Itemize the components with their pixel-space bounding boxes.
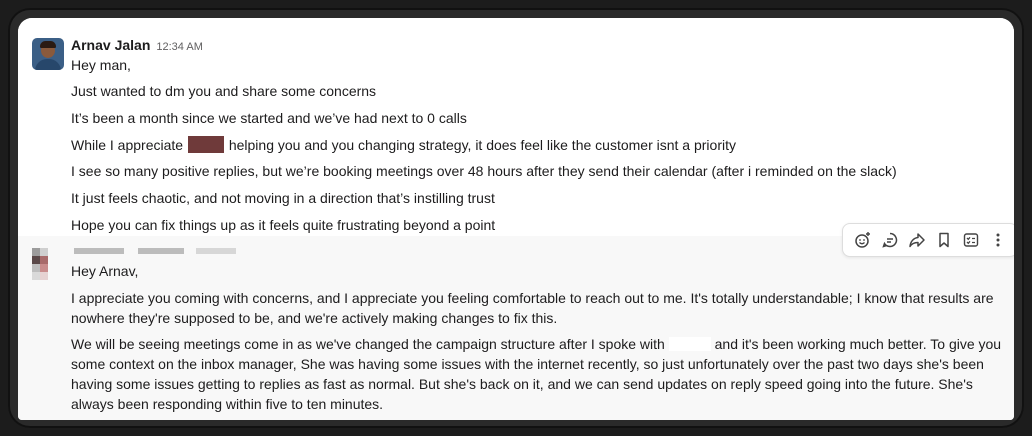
message-reply: Hey Arnav, I appreciate you coming with … [18, 236, 1014, 420]
redacted-author-name [138, 248, 184, 254]
message-line: It just feels chaotic, and not moving in… [71, 190, 495, 206]
avatar[interactable] [32, 38, 64, 70]
redacted-timestamp [196, 248, 236, 254]
message-line: While I appreciate helping you and you c… [71, 134, 736, 156]
message-line: I see so many positive replies, but we’r… [71, 163, 897, 179]
bookmark-icon[interactable] [933, 229, 955, 251]
author-name[interactable]: Arnav Jalan [71, 37, 150, 53]
add-reaction-icon[interactable] [852, 229, 874, 251]
message-paragraph: I appreciate you coming with concerns, a… [71, 290, 994, 326]
add-to-list-icon[interactable] [960, 229, 982, 251]
message-line: Hope you can fix things up as it feels q… [71, 217, 496, 233]
message-line: Hey Arnav, [71, 263, 139, 279]
share-icon[interactable] [906, 229, 928, 251]
message-arnav: Arnav Jalan 12:34 AM Hey man, Just wanted… [18, 18, 1014, 236]
message-line: Hey man, [71, 57, 131, 73]
message-actions-toolbar [842, 223, 1014, 257]
message-header: Arnav Jalan 12:34 AM [71, 36, 203, 56]
redacted-name [187, 136, 224, 153]
reply-in-thread-icon[interactable] [879, 229, 901, 251]
timestamp[interactable]: 12:34 AM [156, 41, 202, 53]
message-line: Just wanted to dm you and share some con… [71, 83, 377, 99]
redacted-name [668, 337, 711, 351]
more-actions-icon[interactable] [987, 229, 1009, 251]
redacted-author-name [74, 248, 124, 254]
message-pane: Arnav Jalan 12:34 AM Hey man, Just wanted… [18, 18, 1014, 420]
message-line: It’s been a month since we started and w… [71, 110, 467, 126]
paragraph-text-before: We will be seeing meetings come in as we… [71, 336, 665, 352]
line-text-before: While I appreciate [71, 137, 184, 153]
message-paragraph: We will be seeing meetings come in as we… [71, 334, 1011, 414]
redacted-avatar[interactable] [32, 248, 64, 280]
line-text-after: helping you and you changing strategy, i… [224, 137, 736, 153]
